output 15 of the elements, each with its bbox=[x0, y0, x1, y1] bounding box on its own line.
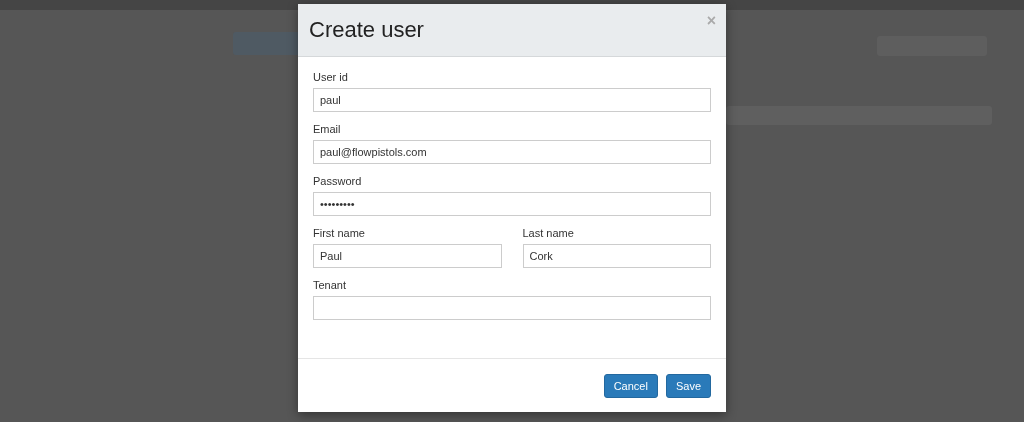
input-field[interactable]: Cork bbox=[522, 244, 711, 268]
dialog-button[interactable]: Cancel bbox=[603, 373, 658, 398]
field-label: Tenant bbox=[313, 279, 348, 291]
field-label: Password bbox=[313, 175, 363, 187]
input-field[interactable]: paul@flowpistols.com bbox=[313, 140, 711, 164]
dialog-title: Create user bbox=[309, 17, 424, 43]
field-label: Last name bbox=[522, 227, 575, 239]
dialog-button[interactable]: Save bbox=[665, 373, 711, 398]
input-field[interactable]: ••••••••• bbox=[313, 192, 711, 216]
input-field[interactable]: Paul bbox=[313, 244, 502, 268]
field-label: User id bbox=[313, 71, 349, 83]
input-field[interactable]: paul bbox=[313, 88, 711, 112]
field-label: Email bbox=[313, 123, 342, 135]
input-field[interactable] bbox=[313, 296, 711, 320]
field-label: First name bbox=[313, 227, 366, 239]
